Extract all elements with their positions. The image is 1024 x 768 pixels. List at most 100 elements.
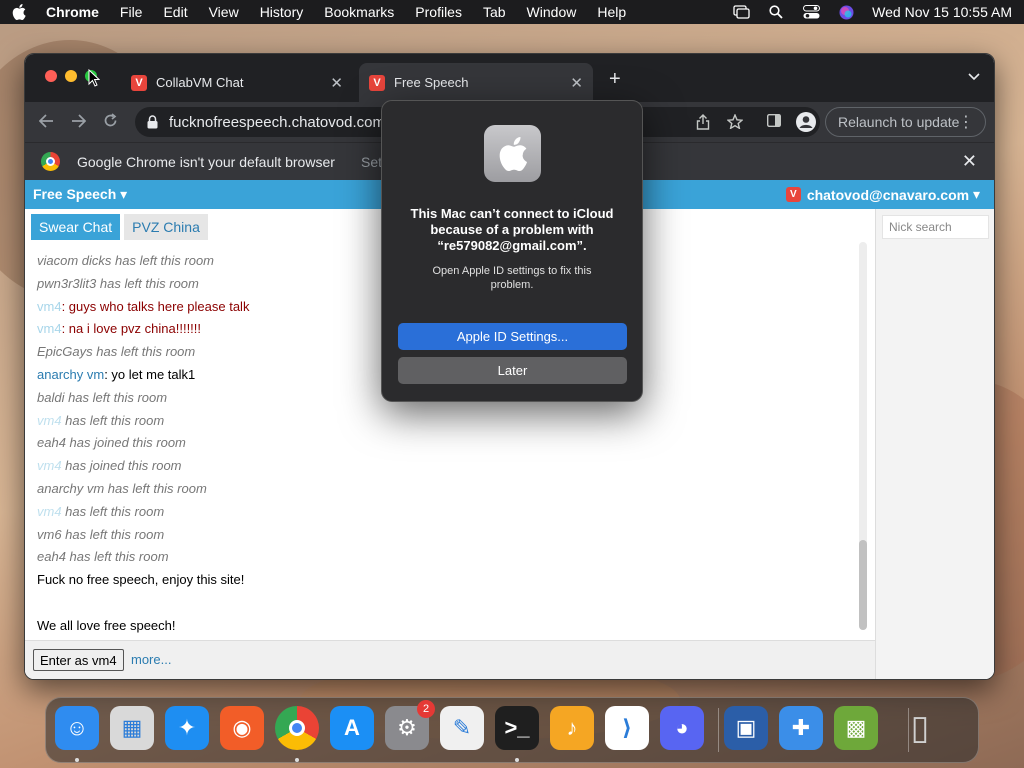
set-default-button[interactable]: Set	[361, 154, 382, 170]
menu-app-name[interactable]: Chrome	[46, 4, 99, 20]
nick-search-input[interactable]: Nick search	[882, 215, 989, 239]
profile-avatar-icon[interactable]	[796, 112, 816, 136]
system-message-text: eah4 has joined this room	[37, 435, 186, 451]
tab-free-speech[interactable]: V Free Speech ✕	[359, 63, 593, 102]
relaunch-label: Relaunch to update	[838, 114, 960, 130]
menu-bookmarks[interactable]: Bookmarks	[324, 4, 394, 20]
menu-history[interactable]: History	[260, 4, 304, 20]
dock-firefox-icon[interactable]: ◉	[220, 706, 264, 750]
message-nick[interactable]: anarchy vm	[37, 367, 104, 382]
forward-arrow-icon[interactable]	[71, 113, 87, 133]
close-infobar-icon[interactable]: ✕	[962, 151, 977, 172]
share-icon[interactable]	[696, 114, 710, 134]
room-dropdown[interactable]: Free Speech ▾	[33, 186, 127, 203]
message-text: We all love free speech!	[37, 617, 176, 633]
dock-app-store-icon[interactable]: A	[330, 706, 374, 750]
close-tab-icon[interactable]: ✕	[570, 74, 583, 92]
menubar-clock[interactable]: Wed Nov 15 10:55 AM	[872, 4, 1012, 20]
chrome-center	[289, 720, 305, 736]
message-nick[interactable]: vm4	[37, 299, 62, 314]
scrollbar-thumb[interactable]	[859, 540, 867, 630]
mouse-cursor-icon	[88, 68, 101, 92]
menu-file[interactable]: File	[120, 4, 143, 20]
close-tab-icon[interactable]: ✕	[330, 74, 343, 92]
more-link[interactable]: more...	[131, 652, 171, 667]
screen-mirroring-icon[interactable]	[732, 4, 750, 20]
running-indicator	[295, 758, 299, 762]
chat-message	[37, 592, 857, 615]
chatovod-favicon-icon: V	[131, 74, 147, 91]
menu-edit[interactable]: Edit	[163, 4, 187, 20]
chrome-logo-icon	[41, 152, 60, 171]
dock-chrome-icon[interactable]	[275, 706, 319, 750]
new-tab-button[interactable]: +	[609, 68, 621, 91]
tab-title: Free Speech	[394, 75, 469, 90]
dock-discord-icon[interactable]: ◕	[660, 706, 704, 750]
message-text: Fuck no free speech, enjoy this site!	[37, 572, 245, 588]
tab-pvz-china[interactable]: PVZ China	[124, 214, 208, 240]
system-message-text: has left this room	[61, 503, 165, 519]
dock-finder-icon[interactable]: ☺	[55, 706, 99, 750]
menu-profiles[interactable]: Profiles	[415, 4, 462, 20]
spotlight-search-icon[interactable]	[767, 4, 785, 20]
apple-menu-icon[interactable]	[12, 4, 26, 20]
dock-vscode-icon[interactable]: ⟩	[605, 706, 649, 750]
chat-message: vm4 has left this room	[37, 501, 857, 524]
back-arrow-icon[interactable]	[38, 113, 54, 133]
dock-separator	[718, 708, 719, 752]
menu-help[interactable]: Help	[597, 4, 626, 20]
dock-minecraft-icon[interactable]: ▩	[834, 706, 878, 750]
more-menu-icon[interactable]: ⋮	[958, 112, 974, 132]
running-indicator	[75, 758, 79, 762]
chat-message: vm4 has left this room	[37, 410, 857, 433]
reload-icon[interactable]	[103, 113, 118, 133]
apple-id-settings-button[interactable]: Apple ID Settings...	[398, 323, 627, 350]
lock-icon[interactable]	[147, 115, 159, 129]
menu-tab[interactable]: Tab	[483, 4, 506, 20]
relaunch-to-update-button[interactable]: Relaunch to update ⋮	[825, 107, 986, 137]
tab-strip: V CollabVM Chat ✕ V Free Speech ✕ +	[25, 54, 994, 102]
enter-chat-button[interactable]: Enter as vm4	[33, 649, 124, 671]
message-text: : na i love pvz china!!!!!!!	[61, 321, 202, 337]
chat-input-bar: Enter as vm4 more...	[25, 640, 875, 679]
system-message-text: eah4 has left this room	[37, 549, 169, 565]
tab-collabvm-chat[interactable]: V CollabVM Chat ✕	[121, 63, 353, 102]
message-nick[interactable]: vm4	[37, 413, 62, 428]
tab-swear-chat[interactable]: Swear Chat	[31, 214, 121, 240]
dock-textedit-icon[interactable]: ✎	[440, 706, 484, 750]
message-text: : yo let me talk1	[104, 366, 196, 382]
message-nick[interactable]: vm4	[37, 504, 62, 519]
bookmark-star-icon[interactable]	[726, 113, 744, 133]
dock-system-settings-icon[interactable]: ⚙ 2	[385, 700, 435, 750]
dock-terminal-icon[interactable]: >_	[495, 706, 539, 750]
menu-window[interactable]: Window	[527, 4, 577, 20]
system-message-text: baldi has left this room	[37, 389, 168, 405]
account-dropdown[interactable]: V chatovod@cnavaro.com ▾	[785, 186, 980, 203]
system-message-text: EpicGays has left this room	[37, 344, 196, 360]
side-panel-icon[interactable]	[766, 113, 782, 131]
message-nick[interactable]: vm4	[37, 458, 62, 473]
dock-safari-icon[interactable]: ✦	[165, 706, 209, 750]
chat-message: eah4 has joined this room	[37, 432, 857, 455]
message-nick[interactable]: vm4	[37, 321, 62, 336]
close-window-button[interactable]	[45, 70, 57, 82]
chevron-down-icon: ▾	[972, 186, 980, 202]
control-center-icon[interactable]	[802, 4, 820, 20]
chevron-down-icon: ▾	[120, 186, 128, 202]
siri-icon[interactable]	[837, 4, 855, 20]
later-button[interactable]: Later	[398, 357, 627, 384]
tab-search-chevron-icon[interactable]	[968, 70, 980, 84]
dock-virtualbox-icon[interactable]: ▣	[724, 706, 768, 750]
dock: ☺ ▦ ✦ ◉ A ⚙ 2 ✎ >_ ♪ ⟩ ◕ ▣ ✚ ▩ ▯	[45, 697, 979, 763]
dock-launchpad-icon[interactable]: ▦	[110, 706, 154, 750]
dock-trash-icon[interactable]: ▯	[898, 706, 942, 750]
dock-game-controller-icon[interactable]: ✚	[779, 706, 823, 750]
dialog-message: Open Apple ID settings to fix this probl…	[432, 265, 592, 291]
chat-message: We all love free speech!	[37, 615, 857, 638]
room-tabs: Swear Chat PVZ China	[31, 214, 208, 240]
tab-title: CollabVM Chat	[156, 75, 244, 90]
dock-garageband-icon[interactable]: ♪	[550, 706, 594, 750]
url-text: fucknofreespeech.chatovod.com	[169, 113, 385, 131]
minimize-window-button[interactable]	[65, 70, 77, 82]
menu-view[interactable]: View	[209, 4, 239, 20]
